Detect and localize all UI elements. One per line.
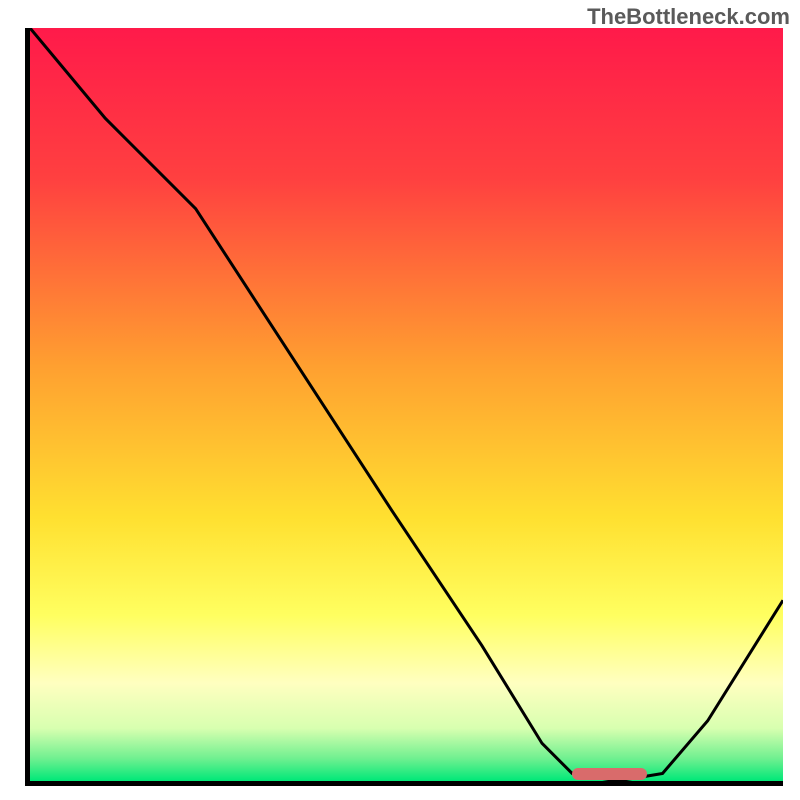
curve-line	[30, 28, 783, 781]
chart-container: TheBottleneck.com	[0, 0, 800, 800]
plot-area	[25, 28, 783, 786]
optimal-marker	[572, 768, 647, 780]
watermark-text: TheBottleneck.com	[587, 4, 790, 30]
